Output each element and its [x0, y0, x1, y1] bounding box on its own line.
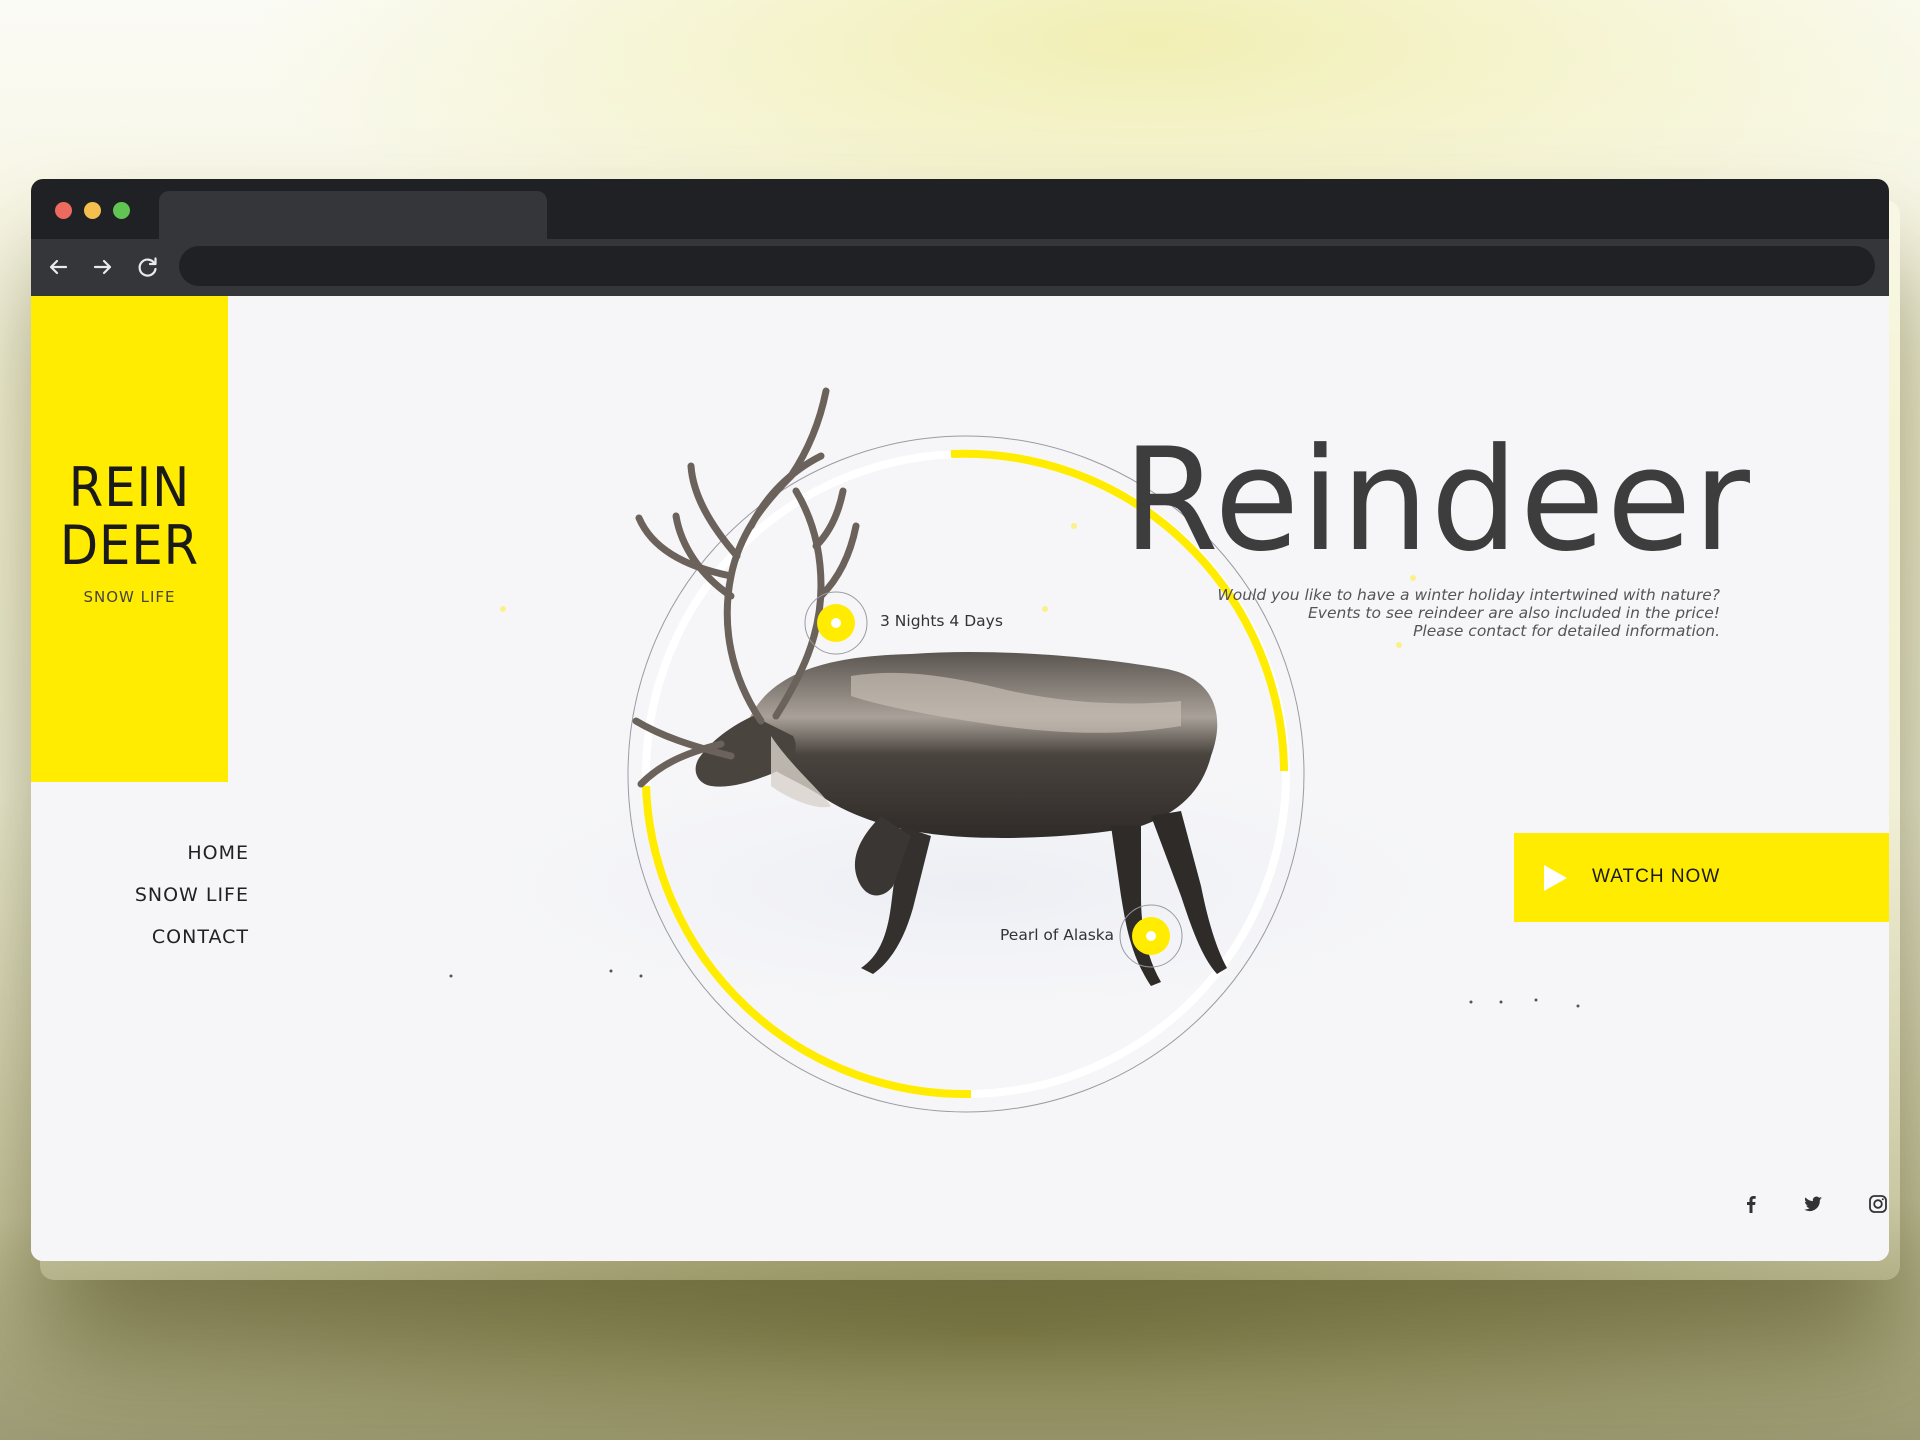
instagram-icon[interactable]	[1865, 1191, 1889, 1217]
minimize-window-button[interactable]	[84, 202, 101, 219]
browser-chrome	[31, 179, 1889, 296]
watch-now-button[interactable]: WATCH NOW	[1514, 833, 1889, 922]
reload-icon[interactable]	[133, 252, 163, 282]
forward-arrow-icon[interactable]	[88, 252, 118, 282]
maximize-window-button[interactable]	[113, 202, 130, 219]
hero-description-line-1: Would you like to have a winter holiday …	[1217, 586, 1720, 604]
back-arrow-icon[interactable]	[43, 252, 73, 282]
play-icon	[1544, 865, 1567, 891]
facebook-icon[interactable]	[1738, 1191, 1764, 1217]
callout-label-duration: 3 Nights 4 Days	[880, 612, 1003, 630]
twitter-icon[interactable]	[1800, 1191, 1826, 1217]
hero-description-line-3: Please contact for detailed information.	[1413, 622, 1720, 640]
browser-window: REIN DEER SNOW LIFE HOME SNOW LIFE CONTA…	[31, 179, 1889, 1261]
hero-title: Reindeer	[1123, 418, 1752, 583]
hero-description: Would you like to have a winter holiday …	[1217, 586, 1720, 640]
web-page: REIN DEER SNOW LIFE HOME SNOW LIFE CONTA…	[31, 296, 1889, 1261]
browser-tab[interactable]	[159, 191, 547, 239]
callout-label-location: Pearl of Alaska	[1000, 926, 1114, 944]
address-bar-input[interactable]	[179, 246, 1875, 286]
hero-description-line-2: Events to see reindeer are also included…	[1308, 604, 1720, 622]
browser-toolbar	[31, 239, 1889, 296]
watch-now-label: WATCH NOW	[1592, 866, 1721, 887]
close-window-button[interactable]	[55, 202, 72, 219]
